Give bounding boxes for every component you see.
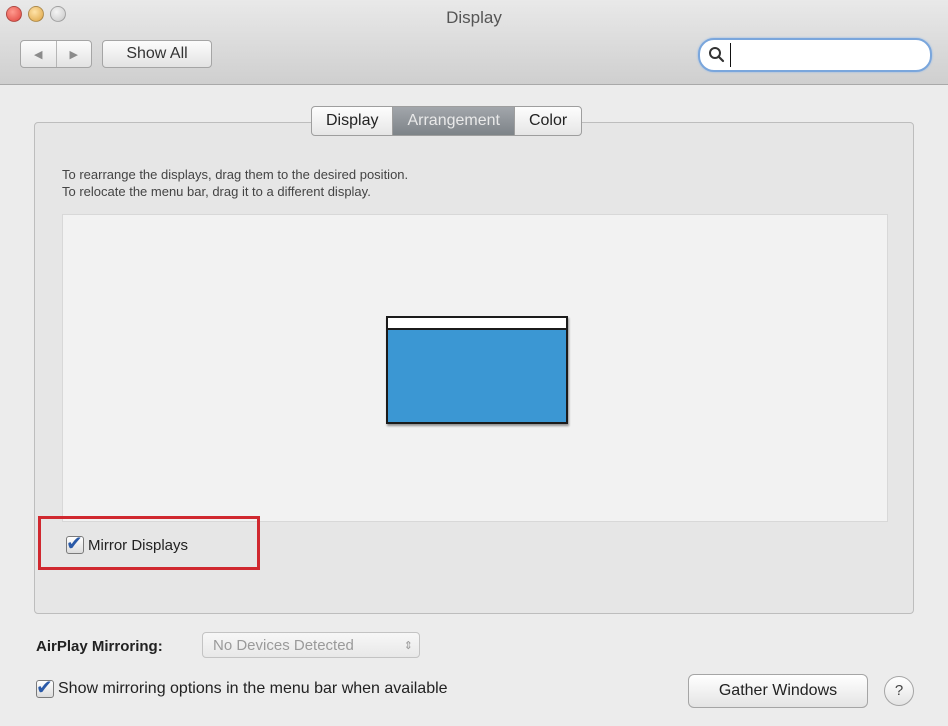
- tab-color[interactable]: Color: [513, 107, 581, 135]
- back-button[interactable]: ◀: [21, 41, 56, 67]
- show-all-button[interactable]: Show All: [102, 40, 212, 68]
- airplay-mirroring-select[interactable]: No Devices Detected ⇕: [202, 632, 420, 658]
- show-mirroring-option[interactable]: ✔ Show mirroring options in the menu bar…: [36, 677, 448, 699]
- tab-bar: Display Arrangement Color: [311, 106, 583, 136]
- forward-arrow-icon: ▶: [69, 48, 78, 61]
- forward-button[interactable]: ▶: [55, 41, 92, 67]
- show-mirroring-checkbox[interactable]: ✔: [36, 677, 54, 699]
- airplay-mirroring-label: AirPlay Mirroring:: [36, 638, 163, 655]
- window-title: Display: [446, 8, 502, 27]
- show-mirroring-label: Show mirroring options in the menu bar w…: [58, 680, 448, 697]
- checkmark-icon: ✔: [66, 533, 83, 555]
- display-thumbnail[interactable]: [386, 316, 568, 424]
- mirror-displays-label: Mirror Displays: [88, 536, 189, 554]
- mirror-displays-option[interactable]: ✔ Mirror Displays: [66, 533, 189, 555]
- instruction-line-1: To rearrange the displays, drag them to …: [62, 167, 409, 182]
- airplay-selected-value: No Devices Detected: [213, 637, 354, 654]
- back-forward-control: ◀ ▶: [20, 40, 92, 68]
- select-arrows-icon: ⇕: [403, 640, 413, 652]
- title-bar: Display ◀ ▶ Show All: [0, 0, 948, 85]
- search-field[interactable]: [698, 38, 932, 72]
- search-icon: [709, 47, 725, 63]
- search-input[interactable]: [730, 43, 925, 67]
- menu-bar-indicator[interactable]: [388, 318, 566, 330]
- help-button[interactable]: ?: [884, 676, 914, 706]
- arrangement-instructions: To rearrange the displays, drag them to …: [62, 166, 408, 200]
- system-preferences-window: Display ◀ ▶ Show All Display Arrangement…: [0, 0, 948, 726]
- gather-windows-button[interactable]: Gather Windows: [688, 674, 868, 708]
- instruction-line-2: To relocate the menu bar, drag it to a d…: [62, 184, 371, 199]
- mirror-displays-checkbox[interactable]: ✔: [66, 533, 84, 555]
- checkmark-icon: ✔: [36, 677, 53, 699]
- back-arrow-icon: ◀: [34, 48, 43, 61]
- tab-display[interactable]: Display: [312, 107, 392, 135]
- tab-arrangement[interactable]: Arrangement: [392, 107, 514, 135]
